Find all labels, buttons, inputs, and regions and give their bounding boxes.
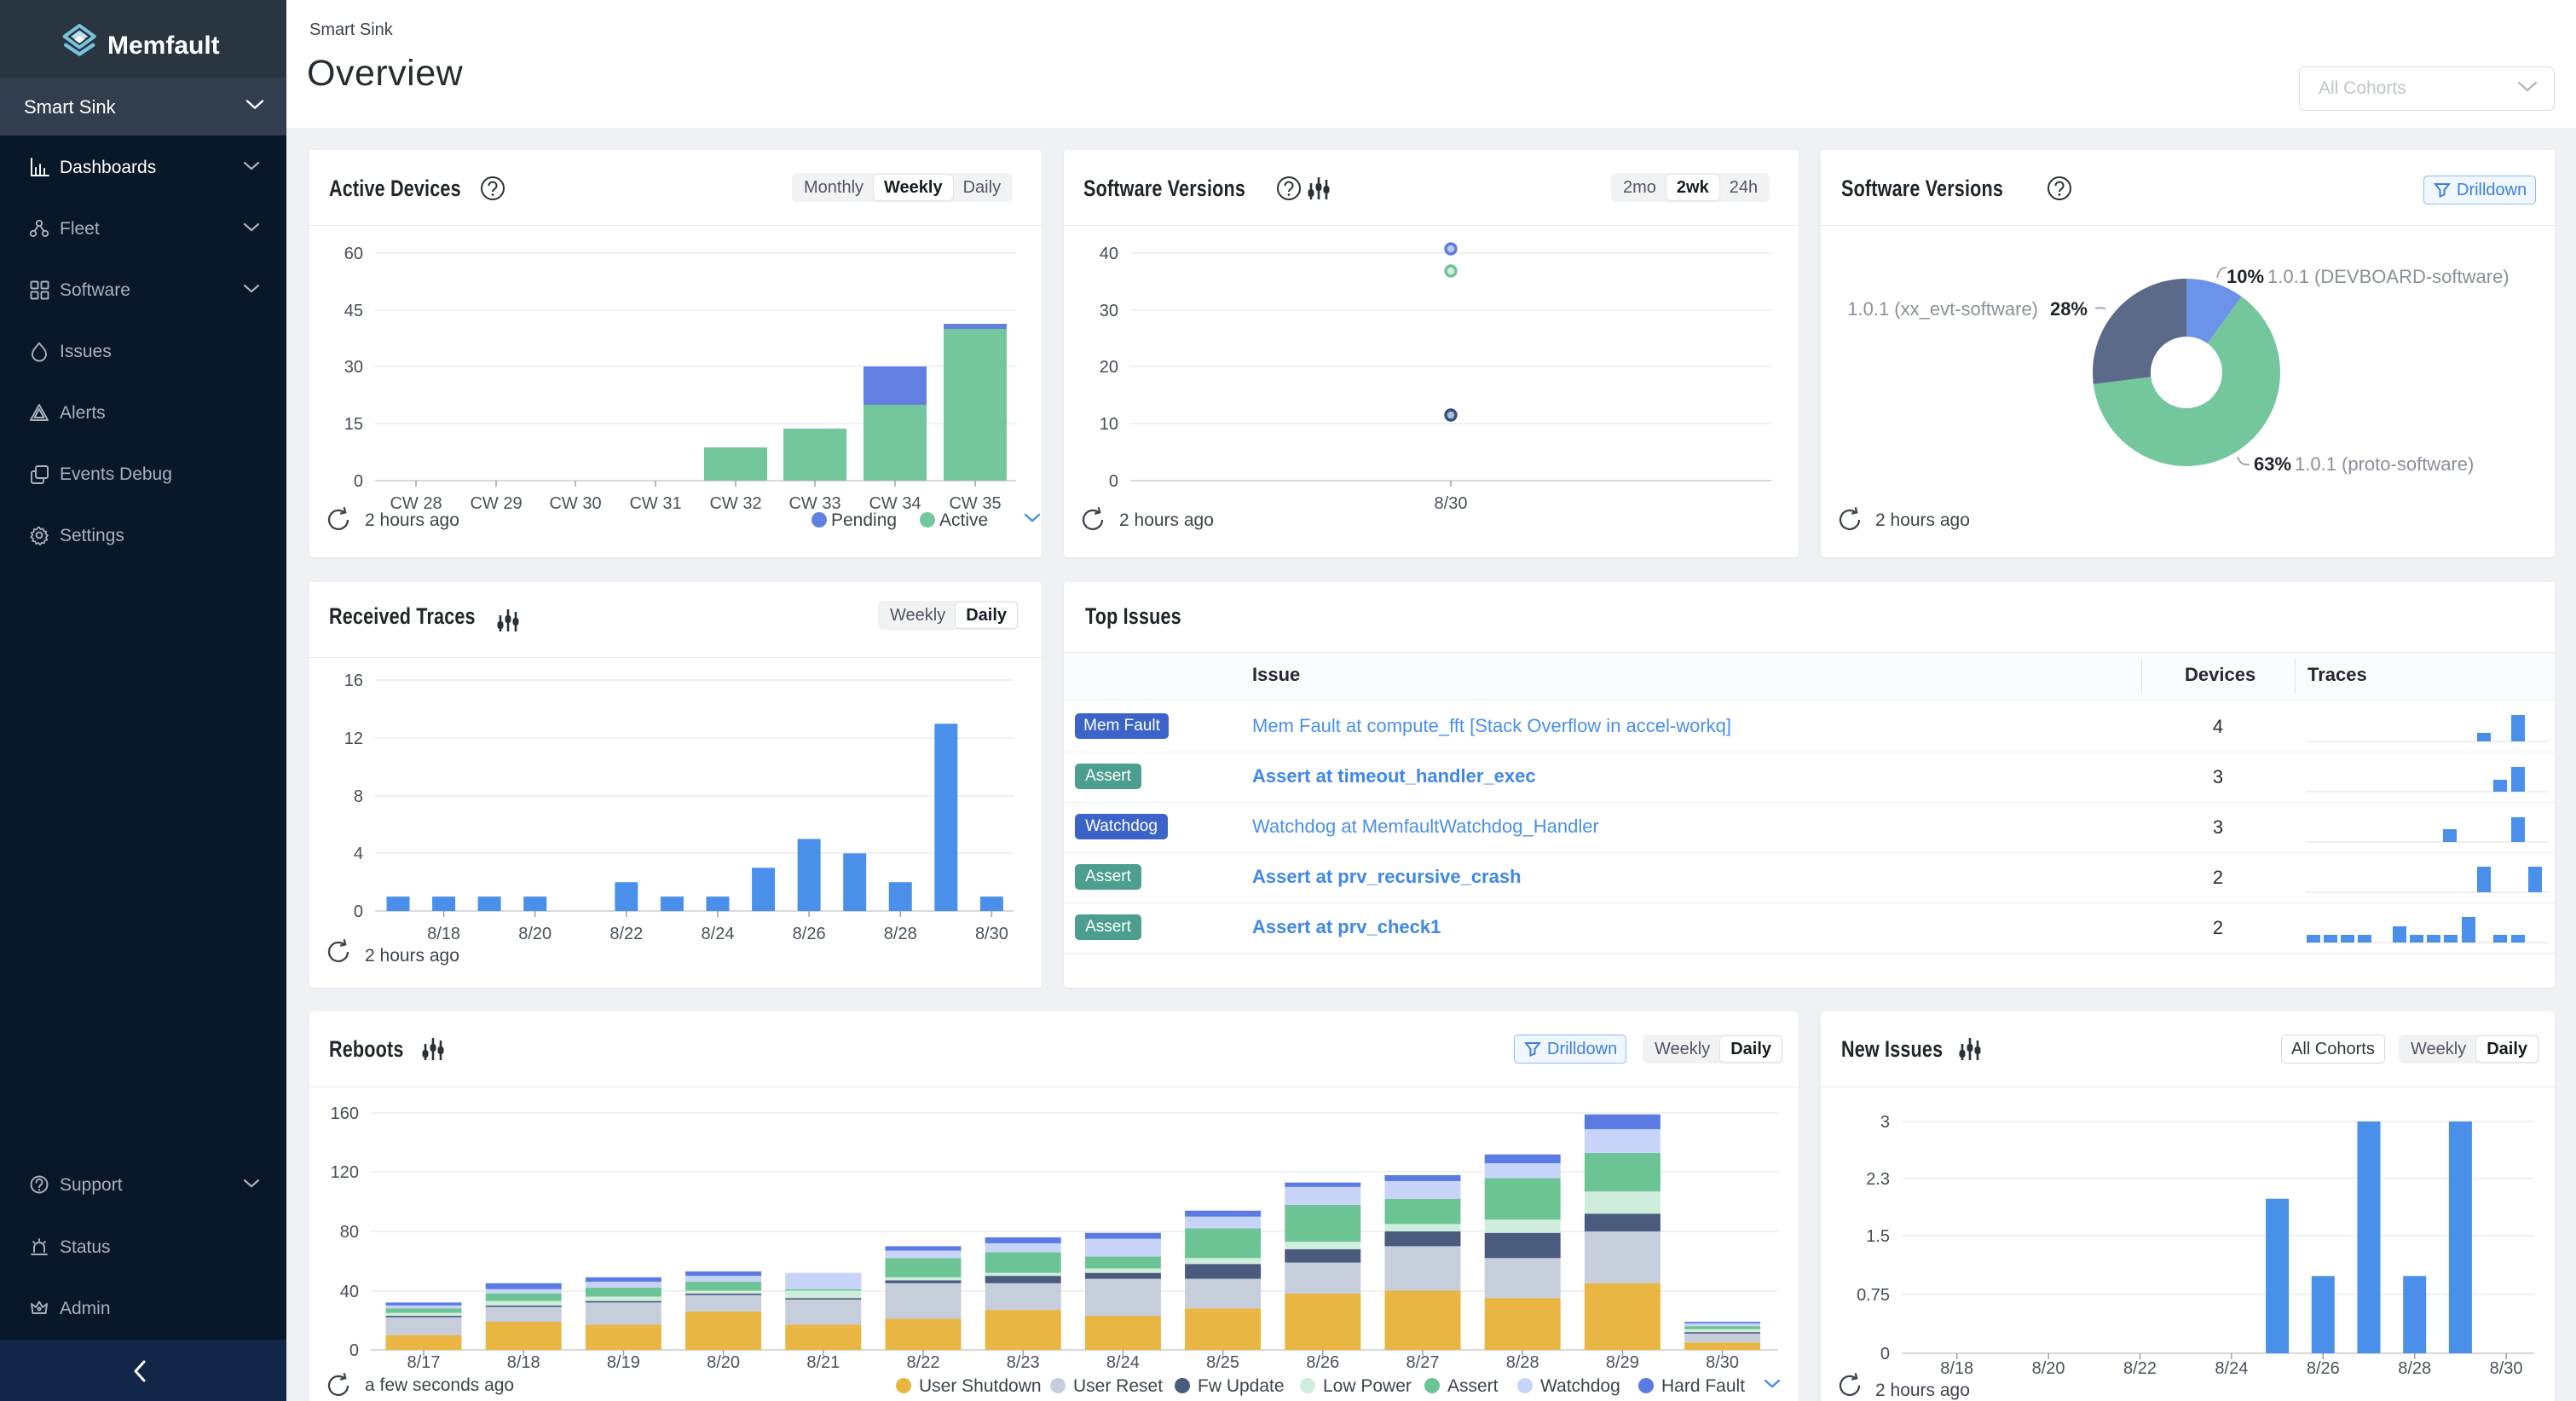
svg-text:8/18: 8/18: [1940, 1359, 1973, 1378]
svg-text:8/22: 8/22: [907, 1353, 940, 1372]
svg-text:8/28: 8/28: [1506, 1353, 1539, 1372]
svg-text:8/19: 8/19: [607, 1353, 640, 1372]
svg-text:8/22: 8/22: [2123, 1359, 2157, 1378]
svg-text:8/20: 8/20: [707, 1353, 740, 1372]
svg-text:30: 30: [1100, 302, 1118, 320]
svg-text:63%: 63%: [2254, 453, 2291, 475]
svg-text:45: 45: [344, 302, 363, 320]
svg-text:0: 0: [1109, 472, 1118, 491]
svg-text:8/20: 8/20: [2032, 1359, 2065, 1378]
svg-text:8/30: 8/30: [2490, 1359, 2523, 1378]
svg-text:1.5: 1.5: [1866, 1227, 1890, 1246]
svg-text:40: 40: [340, 1283, 359, 1301]
svg-text:8/30: 8/30: [975, 925, 1008, 943]
svg-text:15: 15: [344, 415, 363, 434]
svg-text:160: 160: [331, 1104, 359, 1123]
svg-text:1.0.1 (xx_evt-software): 1.0.1 (xx_evt-software): [1847, 298, 2038, 320]
svg-text:3: 3: [1880, 1113, 1890, 1132]
svg-text:30: 30: [344, 358, 363, 377]
svg-text:8/26: 8/26: [793, 925, 826, 943]
svg-text:8/28: 8/28: [2398, 1359, 2431, 1378]
svg-text:10: 10: [1100, 415, 1118, 434]
svg-text:10%: 10%: [2227, 266, 2264, 287]
svg-text:CW 30: CW 30: [549, 494, 601, 513]
svg-text:CW 32: CW 32: [709, 494, 761, 513]
svg-text:8/27: 8/27: [1406, 1353, 1440, 1372]
svg-text:8/26: 8/26: [1306, 1353, 1339, 1372]
svg-text:CW 29: CW 29: [470, 494, 522, 513]
svg-text:8/29: 8/29: [1606, 1353, 1639, 1372]
svg-text:12: 12: [344, 729, 363, 748]
svg-text:8/21: 8/21: [806, 1353, 840, 1372]
svg-text:8/24: 8/24: [1106, 1353, 1140, 1372]
svg-text:8/24: 8/24: [2215, 1359, 2248, 1378]
svg-text:Memfault: Memfault: [107, 32, 220, 60]
svg-text:8/24: 8/24: [702, 925, 735, 943]
svg-text:28%: 28%: [2050, 298, 2088, 320]
svg-text:4: 4: [354, 845, 363, 863]
svg-text:2.3: 2.3: [1866, 1170, 1890, 1189]
svg-text:20: 20: [1100, 358, 1118, 377]
svg-text:8: 8: [354, 787, 363, 806]
svg-text:16: 16: [344, 672, 363, 690]
svg-text:0: 0: [349, 1341, 359, 1360]
svg-text:0: 0: [354, 472, 363, 491]
svg-text:40: 40: [1100, 245, 1118, 263]
svg-text:8/25: 8/25: [1206, 1353, 1239, 1372]
svg-text:1.0.1 (DEVBOARD-software): 1.0.1 (DEVBOARD-software): [2267, 266, 2510, 287]
svg-text:8/18: 8/18: [507, 1353, 540, 1372]
svg-text:8/30: 8/30: [1706, 1353, 1739, 1372]
svg-text:8/26: 8/26: [2307, 1359, 2340, 1378]
svg-text:8/17: 8/17: [407, 1353, 441, 1372]
svg-text:8/30: 8/30: [1435, 494, 1468, 513]
svg-text:8/23: 8/23: [1007, 1353, 1040, 1372]
svg-text:0: 0: [1880, 1345, 1890, 1364]
svg-text:120: 120: [331, 1163, 359, 1182]
svg-text:1.0.1 (proto-software): 1.0.1 (proto-software): [2295, 453, 2474, 475]
svg-text:8/28: 8/28: [884, 925, 917, 943]
svg-text:8/22: 8/22: [609, 925, 643, 943]
svg-text:8/18: 8/18: [427, 925, 460, 943]
svg-text:0: 0: [354, 902, 363, 921]
svg-text:8/20: 8/20: [518, 925, 552, 943]
svg-text:60: 60: [344, 245, 363, 263]
svg-text:80: 80: [340, 1223, 359, 1242]
svg-text:0.75: 0.75: [1857, 1286, 1890, 1305]
svg-text:CW 31: CW 31: [629, 494, 681, 513]
